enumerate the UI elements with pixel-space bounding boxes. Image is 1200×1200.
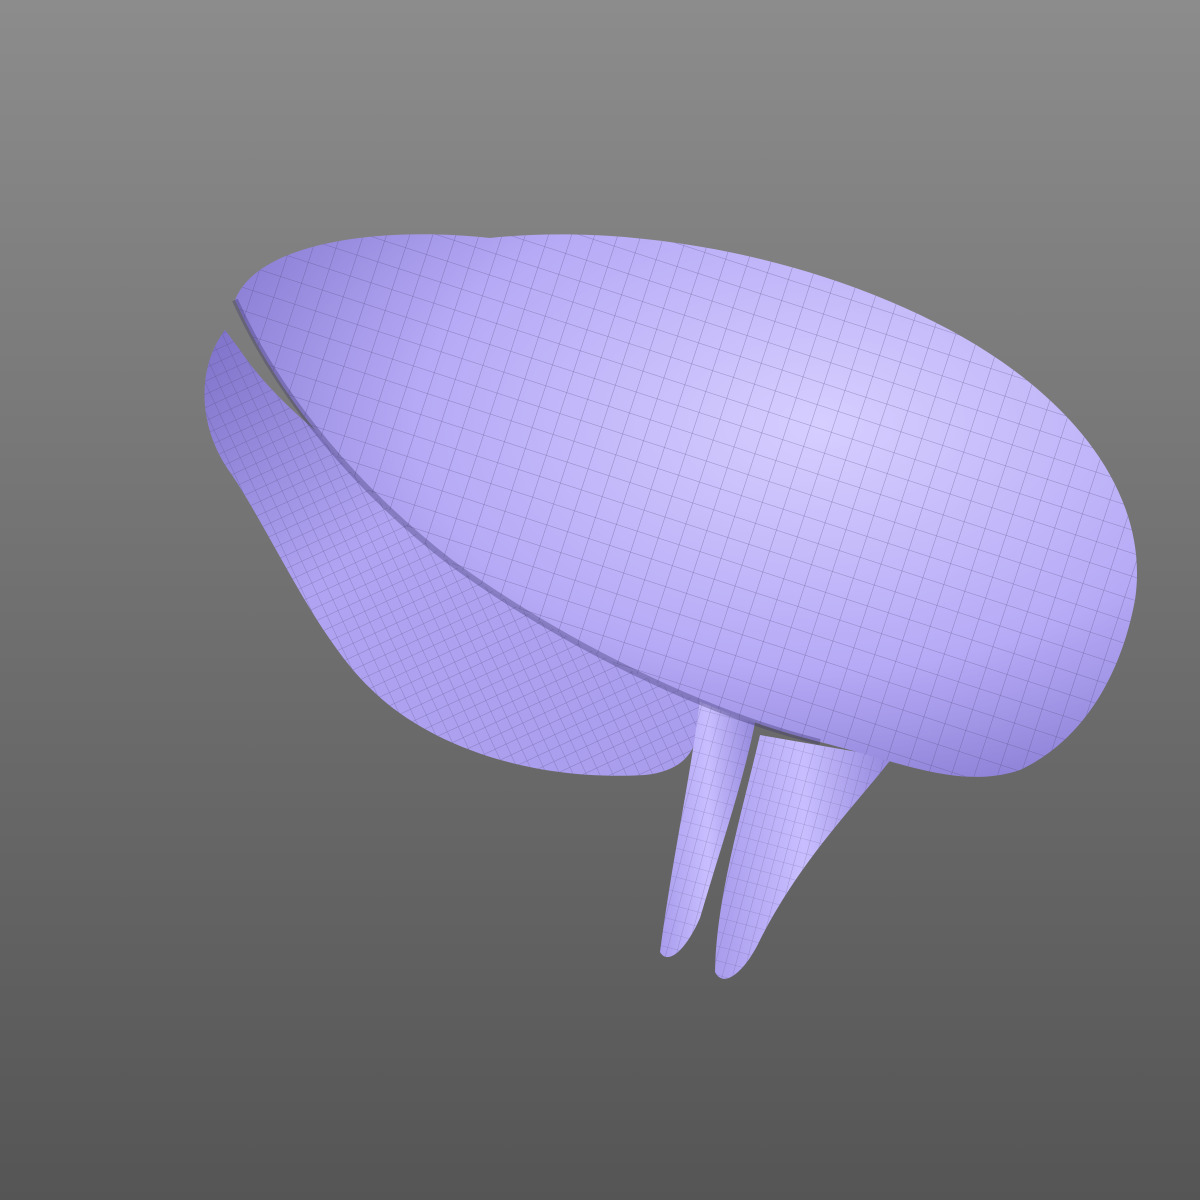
3d-viewport[interactable] bbox=[0, 0, 1200, 1200]
mesh-render bbox=[204, 234, 1138, 979]
